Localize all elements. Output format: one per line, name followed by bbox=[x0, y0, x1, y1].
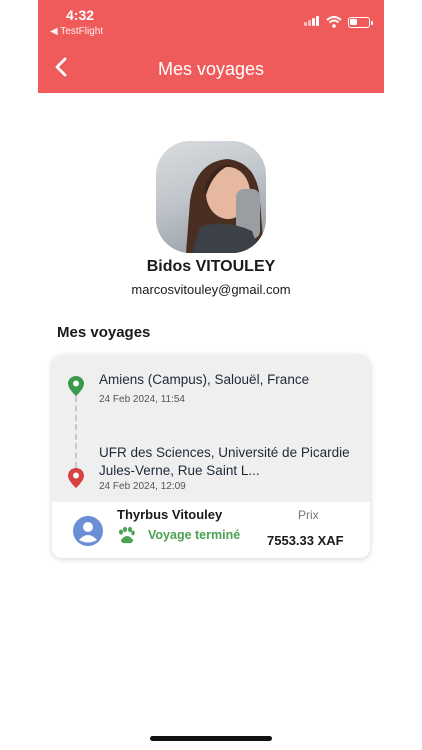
section-title: Mes voyages bbox=[57, 324, 151, 341]
profile-name: Bidos VITOULEY bbox=[146, 258, 276, 275]
driver-name: Thyrbus Vitouley bbox=[117, 507, 223, 522]
destination-address: UFR des Sciences, Université de Picardie… bbox=[99, 445, 350, 478]
driver-avatar-icon bbox=[73, 516, 103, 546]
battery-icon bbox=[348, 16, 373, 28]
route-line bbox=[75, 396, 77, 468]
wifi-icon bbox=[326, 16, 342, 28]
trip-card[interactable]: Amiens (Campus), Salouël, France 24 Feb … bbox=[52, 355, 370, 558]
app-header: 4:32 ◀ TestFlight Mes voyages bbox=[38, 0, 384, 93]
destination-pin-icon bbox=[68, 468, 84, 488]
signal-icon bbox=[304, 13, 320, 31]
status-icons bbox=[304, 13, 373, 31]
origin-address: Amiens (Campus), Salouël, France bbox=[99, 372, 310, 387]
price-label: Prix bbox=[298, 508, 319, 522]
status-time: 4:32 bbox=[66, 7, 95, 23]
home-indicator bbox=[150, 736, 272, 741]
page-title: Mes voyages bbox=[157, 59, 265, 79]
origin-datetime: 24 Feb 2024, 11:54 bbox=[99, 394, 185, 405]
paw-icon bbox=[119, 526, 135, 544]
testflight-back-link[interactable]: ◀ TestFlight bbox=[50, 26, 103, 37]
profile-email: marcosvitouley@gmail.com bbox=[131, 282, 291, 297]
trip-route: Amiens (Campus), Salouël, France 24 Feb … bbox=[52, 355, 370, 502]
trip-status: Voyage terminé bbox=[148, 528, 241, 542]
destination-datetime: 24 Feb 2024, 12:09 bbox=[99, 481, 186, 492]
profile-avatar[interactable] bbox=[156, 141, 266, 253]
profile-photo bbox=[186, 159, 264, 253]
price-value: 7553.33 XAF bbox=[267, 533, 344, 548]
origin-pin-icon bbox=[68, 376, 84, 396]
